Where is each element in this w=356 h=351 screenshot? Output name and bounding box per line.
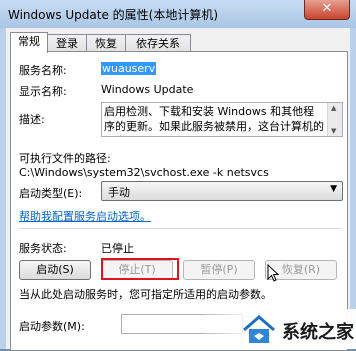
- properties-window: Windows Update 的属性(本地计算机) ✕ 常规 登录 恢复 依存关…: [0, 0, 356, 351]
- startup-type-value: 手动: [108, 186, 130, 199]
- tab-general[interactable]: 常规: [10, 32, 48, 53]
- general-panel: 服务名称: wuauserv 显示名称: Windows Update 描述: …: [10, 51, 348, 351]
- description-box[interactable]: 启用检测、下载和安装 Windows 和其他程序的更新。如果此服务被禁用，这台计…: [101, 102, 343, 137]
- service-name-label: 服务名称:: [19, 64, 67, 77]
- display-name-label: 显示名称:: [19, 85, 67, 98]
- divider: [19, 228, 341, 229]
- chevron-down-icon: ▼: [330, 184, 337, 194]
- service-name-value[interactable]: wuauserv: [101, 62, 157, 75]
- start-params-label: 启动参数(M):: [19, 320, 85, 333]
- service-status-label: 服务状态:: [19, 242, 67, 255]
- mouse-cursor-icon: [267, 264, 279, 282]
- watermark-text: 系统之家: [282, 322, 354, 343]
- start-params-hint: 当从此处启动服务时，您可指定所适用的启动参数。: [19, 288, 272, 301]
- help-config-link[interactable]: 帮助我配置服务启动选项。: [19, 208, 151, 224]
- path-label: 可执行文件的路径:: [19, 152, 111, 165]
- tab-logon[interactable]: 登录: [47, 34, 87, 52]
- service-status-value: 已停止: [101, 242, 134, 255]
- description-text: 启用检测、下载和安装 Windows 和其他程序的更新。如果此服务被禁用，这台计…: [104, 105, 324, 136]
- tab-dependencies[interactable]: 依存关系: [125, 34, 191, 52]
- path-value: C:\Windows\system32\svchost.exe -k netsv…: [19, 166, 269, 179]
- start-button[interactable]: 启动(S): [19, 260, 91, 280]
- display-name-value[interactable]: Windows Update: [101, 83, 193, 96]
- description-scrollbar[interactable]: ▲ ▼: [327, 103, 342, 136]
- window-title: Windows Update 的属性(本地计算机): [8, 8, 219, 22]
- house-logo-icon: [243, 315, 275, 343]
- startup-type-label: 启动类型(E):: [19, 187, 83, 200]
- startup-type-select[interactable]: 手动 ▼: [101, 181, 343, 201]
- scroll-up-arrow-icon[interactable]: ▲: [331, 104, 336, 112]
- pause-button[interactable]: 暂停(P): [183, 260, 255, 280]
- dialog-client: 常规 登录 恢复 依存关系 服务名称: wuauserv 显示名称: Windo…: [6, 28, 350, 351]
- stop-button-highlight: [101, 258, 179, 280]
- description-label: 描述:: [19, 113, 45, 126]
- watermark: 系统之家: [196, 309, 356, 349]
- title-bar: Windows Update 的属性(本地计算机) ✕: [0, 0, 356, 28]
- scroll-down-arrow-icon[interactable]: ▼: [331, 127, 336, 135]
- close-button[interactable]: ✕: [304, 0, 350, 20]
- tab-recovery[interactable]: 恢复: [86, 34, 126, 52]
